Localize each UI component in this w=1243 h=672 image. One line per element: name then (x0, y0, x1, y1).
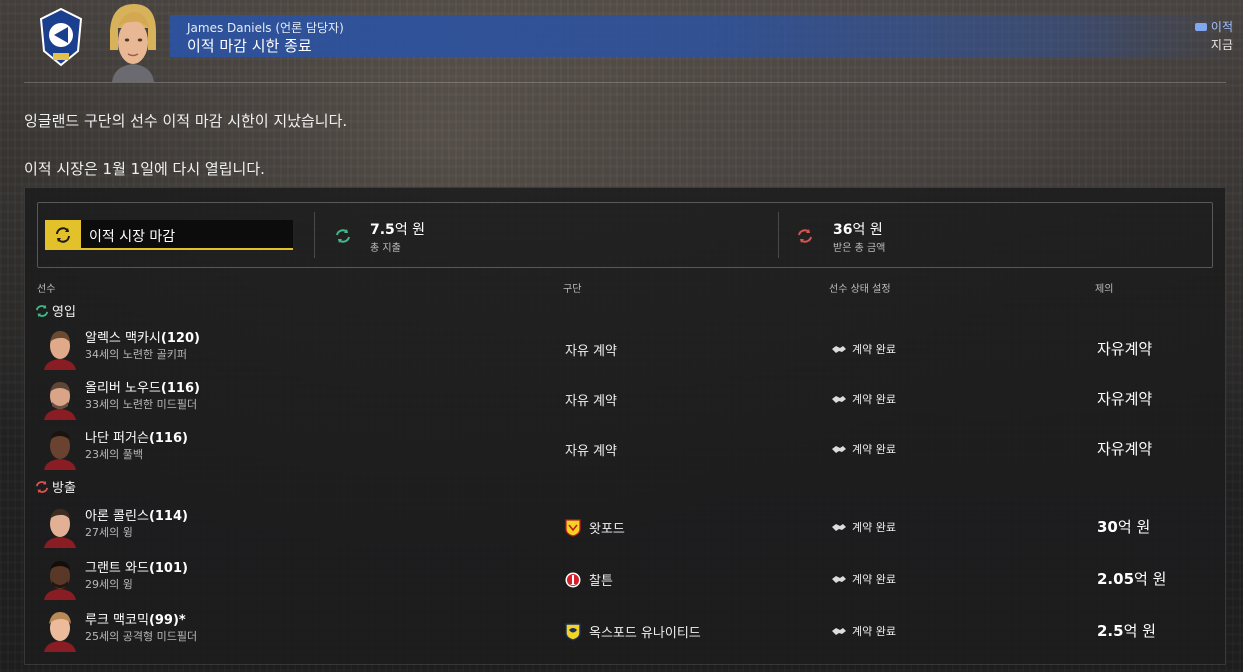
fee-cell: 자유계약 (1097, 390, 1153, 408)
status-cell: 계약 완료 (831, 519, 896, 535)
player-avatar (44, 509, 76, 548)
club-cell[interactable]: 옥스포드 유나이티드 (565, 622, 701, 641)
header-divider (24, 82, 1226, 83)
table-row[interactable]: 나단 퍼거슨(116) 23세의 풀백 자유 계약 계약 완료 자유계약 (25, 424, 1225, 474)
player-avatar (44, 331, 76, 370)
player-name[interactable]: 알렉스 맥카시(120) (85, 327, 200, 346)
table-row[interactable]: 루크 맥코믹(99)* 25세의 공격형 미드필더 옥스포드 유나이티드 계약 … (25, 606, 1225, 656)
club-cell: 자유 계약 (565, 344, 617, 359)
outgoing-transfer-icon (35, 480, 49, 493)
fee-cell: 자유계약 (1097, 440, 1153, 458)
window-closed-badge: 이적 시장 마감 (45, 220, 293, 250)
summary-divider (778, 212, 779, 258)
handshake-icon (832, 396, 846, 403)
outgoing-transfer-icon (798, 229, 812, 243)
club-cell: 자유 계약 (565, 394, 617, 409)
handshake-icon (832, 576, 846, 583)
transfer-cycle-icon (45, 220, 81, 250)
section-outgoing: 방출 (35, 477, 76, 496)
table-row[interactable]: 아론 콜린스(114) 27세의 윙 왓포드 계약 완료 30억 원 (25, 502, 1225, 552)
incoming-transfer-icon (336, 229, 350, 243)
club-crest-icon (39, 7, 83, 67)
section-outgoing-label: 방출 (52, 481, 76, 496)
player-avatar (44, 382, 76, 420)
handshake-icon (832, 524, 846, 531)
total-spent-value: 7.5억 원 (370, 222, 426, 238)
total-received-value: 36억 원 (833, 222, 883, 238)
column-header-club[interactable]: 구단 (563, 280, 581, 295)
player-name[interactable]: 루크 맥코믹(99)* (85, 609, 186, 628)
category-tag-label: 이적 (1210, 20, 1233, 34)
section-incoming-label: 영입 (52, 305, 76, 320)
watford-crest-icon (565, 518, 581, 537)
column-header-fee[interactable]: 제의 (1095, 280, 1113, 295)
total-spent-label: 총 지출 (370, 243, 401, 254)
column-header-player[interactable]: 선수 (37, 280, 55, 295)
player-description: 25세의 공격형 미드필더 (85, 630, 198, 643)
status-cell: 계약 완료 (831, 391, 896, 407)
fee-cell: 2.05억 원 (1097, 570, 1167, 588)
player-description: 27세의 윙 (85, 526, 133, 539)
player-description: 34세의 노련한 골키퍼 (85, 348, 187, 361)
player-name[interactable]: 아론 콜린스(114) (85, 505, 188, 524)
sender-line: James Daniels (언론 담당자) (187, 19, 344, 36)
status-cell: 계약 완료 (831, 571, 896, 587)
table-row[interactable]: 올리버 노우드(116) 33세의 노련한 미드필더 자유 계약 계약 완료 자… (25, 374, 1225, 424)
oxford-crest-icon (565, 622, 581, 641)
message-subject: 이적 마감 시한 종료 (187, 37, 312, 55)
handshake-icon (832, 446, 846, 453)
table-row[interactable]: 알렉스 맥카시(120) 34세의 노련한 골키퍼 자유 계약 계약 완료 자유… (25, 324, 1225, 374)
column-header-status[interactable]: 선수 상태 설정 (829, 280, 891, 295)
player-avatar (44, 561, 76, 600)
player-name[interactable]: 올리버 노우드(116) (85, 377, 200, 396)
sender-role: (언론 담당자) (275, 21, 344, 35)
fee-cell: 30억 원 (1097, 518, 1151, 536)
club-cell[interactable]: 왓포드 (565, 518, 625, 537)
sender-name: James Daniels (187, 21, 272, 35)
message-header: James Daniels (언론 담당자) 이적 마감 시한 종료 이적 지금 (0, 0, 1243, 82)
category-tag[interactable]: 이적 (1194, 18, 1233, 35)
player-name[interactable]: 그랜트 와드(101) (85, 557, 188, 576)
table-row[interactable]: 그랜트 와드(101) 29세의 윙 찰튼 계약 완료 2.05억 원 (25, 554, 1225, 604)
tag-icon (1194, 22, 1207, 31)
charlton-crest-icon (565, 572, 581, 587)
transfer-summary-panel: 이적 시장 마감 7.5억 원 총 지출 36억 원 받은 총 금액 선수 구단… (24, 187, 1226, 665)
player-description: 33세의 노련한 미드필더 (85, 398, 198, 411)
player-description: 23세의 풀백 (85, 448, 143, 461)
incoming-transfer-icon (35, 304, 49, 317)
handshake-icon (832, 346, 846, 353)
summary-divider (314, 212, 315, 258)
status-cell: 계약 완료 (831, 341, 896, 357)
message-line-2: 이적 시장은 1월 1일에 다시 열립니다. (24, 160, 265, 178)
press-officer-avatar (110, 4, 156, 82)
club-cell: 자유 계약 (565, 444, 617, 459)
section-incoming: 영입 (35, 301, 76, 320)
handshake-icon (832, 628, 846, 635)
message-time: 지금 (1210, 38, 1233, 52)
status-cell: 계약 완료 (831, 623, 896, 639)
window-closed-label: 이적 시장 마감 (89, 229, 176, 245)
player-description: 29세의 윙 (85, 578, 133, 591)
fee-cell: 자유계약 (1097, 340, 1153, 358)
player-avatar (44, 431, 76, 470)
total-received-label: 받은 총 금액 (833, 243, 886, 254)
player-name[interactable]: 나단 퍼거슨(116) (85, 427, 188, 446)
status-cell: 계약 완료 (831, 441, 896, 457)
summary-box: 이적 시장 마감 7.5억 원 총 지출 36억 원 받은 총 금액 (37, 202, 1213, 268)
message-line-1: 잉글랜드 구단의 선수 이적 마감 시한이 지났습니다. (24, 112, 348, 130)
fee-cell: 2.5억 원 (1097, 622, 1156, 640)
player-avatar (44, 612, 76, 652)
club-cell[interactable]: 찰튼 (565, 570, 613, 589)
